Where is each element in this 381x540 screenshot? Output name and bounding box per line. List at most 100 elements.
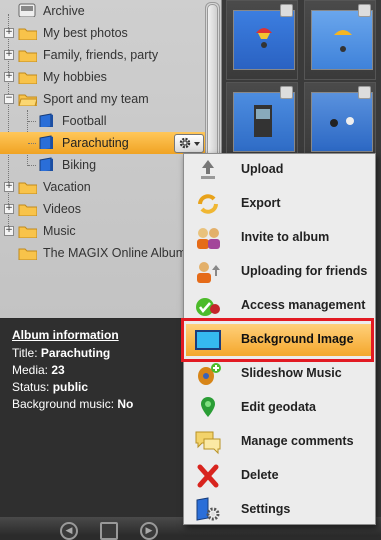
album-book-icon (39, 113, 53, 127)
tree-item-label: The MAGIX Online Album (43, 246, 187, 260)
open-folder-icon (18, 94, 37, 106)
folder-icon (18, 50, 37, 62)
menu-item-background-image[interactable]: Background Image (186, 324, 372, 356)
select-checkbox[interactable] (280, 86, 293, 99)
album-info-title: Title: Parachuting (12, 346, 110, 360)
menu-item-invite[interactable]: Invite to album (186, 222, 372, 254)
tree-item-label: Biking (62, 158, 97, 172)
select-checkbox[interactable] (280, 4, 293, 17)
menu-item-uploading-for-friends[interactable]: Uploading for friends (186, 256, 372, 288)
album-info-heading-text: Album information (12, 328, 119, 342)
tree-item-label: Football (62, 114, 107, 128)
menu-item-access-management[interactable]: Access management (186, 290, 372, 322)
photo-thumbnail[interactable] (304, 82, 376, 162)
collapse-icon[interactable]: − (4, 94, 14, 104)
map-pin-icon (201, 397, 215, 417)
select-checkbox[interactable] (358, 86, 371, 99)
expand-icon[interactable]: + (4, 204, 14, 214)
menu-item-label: Settings (241, 502, 291, 516)
music-icon (198, 363, 221, 385)
folder-icon (18, 248, 37, 260)
album-info-music: Background music: No (12, 397, 133, 411)
select-checkbox[interactable] (358, 4, 371, 17)
menu-item-label: Edit geodata (241, 400, 317, 414)
delete-icon (197, 464, 219, 488)
expand-icon[interactable]: + (4, 72, 14, 82)
menu-item-delete[interactable]: Delete (186, 460, 372, 492)
tree-item-label: Videos (43, 202, 81, 216)
folder-icon (18, 204, 37, 216)
menu-item-label: Upload (241, 162, 284, 176)
archive-icon (18, 3, 36, 17)
menu-item-label: Export (241, 196, 281, 210)
menu-item-edit-geodata[interactable]: Edit geodata (186, 392, 372, 424)
menu-item-label: Manage comments (241, 434, 354, 448)
title-value: Parachuting (40, 346, 111, 360)
tree-item-music[interactable]: + Music (0, 220, 205, 242)
tree-item-label: My hobbies (43, 70, 107, 84)
photo-thumbnail[interactable] (304, 0, 376, 80)
album-info-media: Media: 23 (12, 363, 65, 377)
expand-icon[interactable]: + (4, 226, 14, 236)
tree-item-my-hobbies[interactable]: + My hobbies (0, 66, 205, 88)
tree-item-parachuting[interactable]: Parachuting (0, 132, 205, 154)
grid-view-button[interactable] (100, 522, 118, 540)
invite-icon (197, 228, 220, 249)
menu-item-upload[interactable]: Upload (186, 154, 372, 186)
menu-item-label: Background Image (241, 332, 354, 346)
access-icon (196, 298, 220, 316)
parachute-photo (334, 30, 352, 52)
folder-icon (18, 226, 37, 238)
folder-icon (18, 72, 37, 84)
music-label: Background music: (12, 397, 115, 411)
photo-image (311, 10, 373, 70)
tree-item-archive[interactable]: Archive (0, 0, 205, 22)
album-context-menu: Upload Export Invite to album Uploading … (183, 153, 376, 525)
friends-upload-icon (197, 262, 220, 283)
folder-icon (18, 28, 37, 40)
photo-thumbnail[interactable] (226, 82, 298, 162)
upload-icon (201, 160, 215, 179)
album-info-status: Status: public (12, 380, 88, 394)
skydiver-photo (254, 105, 272, 137)
photo-thumbnail[interactable] (226, 0, 298, 80)
media-value: 23 (51, 363, 65, 377)
tree-item-videos[interactable]: + Videos (0, 198, 205, 220)
next-button[interactable]: ▶ (140, 522, 158, 540)
photo-image (311, 92, 373, 152)
tree-item-label: Vacation (43, 180, 91, 194)
media-label: Media: (12, 363, 49, 377)
menu-item-manage-comments[interactable]: Manage comments (186, 426, 372, 458)
menu-item-label: Invite to album (241, 230, 330, 244)
album-options-button[interactable] (174, 134, 204, 153)
gear-icon (179, 137, 191, 149)
tree-guide-line (28, 121, 36, 122)
skydivers-photo (330, 117, 354, 127)
background-image-icon (195, 330, 221, 350)
menu-item-slideshow-music[interactable]: Slideshow Music (186, 358, 372, 390)
chevron-down-icon (194, 142, 200, 146)
expand-icon[interactable]: + (4, 182, 14, 192)
album-info-heading: Album information (12, 328, 119, 342)
tree-item-label: My best photos (43, 26, 128, 40)
tree-item-magix-online-album[interactable]: The MAGIX Online Album (0, 242, 205, 264)
tree-item-my-best-photos[interactable]: + My best photos (0, 22, 205, 44)
tree-guide-line (28, 143, 36, 144)
tree-item-label: Archive (43, 4, 85, 18)
folder-icon (18, 182, 37, 194)
settings-icon (196, 497, 220, 521)
previous-button[interactable]: ◀ (60, 522, 78, 540)
menu-item-export[interactable]: Export (186, 188, 372, 220)
expand-icon[interactable]: + (4, 28, 14, 38)
tree-item-label: Sport and my team (43, 92, 149, 106)
tree-item-family[interactable]: + Family, friends, party (0, 44, 205, 66)
expand-icon[interactable]: + (4, 50, 14, 60)
tree-item-biking[interactable]: Biking (0, 154, 205, 176)
status-label: Status: (12, 380, 50, 394)
tree-item-sport[interactable]: − Sport and my team (0, 88, 205, 110)
tree-item-football[interactable]: Football (0, 110, 205, 132)
tree-item-vacation[interactable]: + Vacation (0, 176, 205, 198)
album-book-icon (39, 157, 53, 171)
menu-item-label: Access management (241, 298, 366, 312)
menu-item-settings[interactable]: Settings (186, 494, 372, 526)
